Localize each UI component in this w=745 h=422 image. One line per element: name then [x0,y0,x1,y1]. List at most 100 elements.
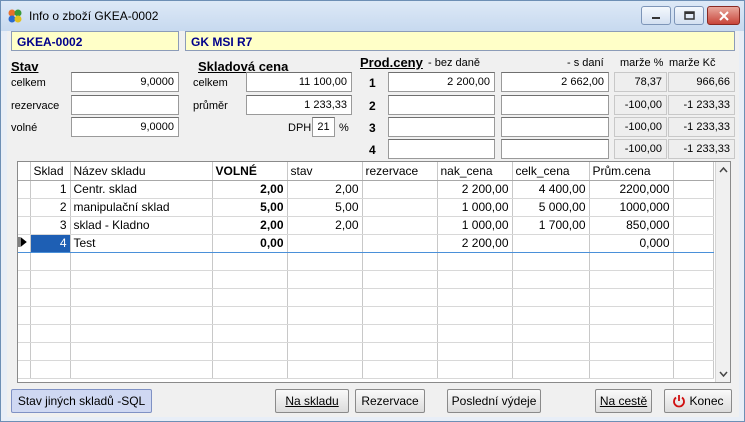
column-header[interactable]: rezervace [362,162,438,181]
cell-stav[interactable] [287,233,363,253]
posledni-vydeje-button[interactable]: Poslední výdeje [447,389,541,413]
konec-button[interactable]: Konec [664,389,732,413]
cell-rezervace[interactable] [362,198,438,217]
column-header[interactable]: VOLNÉ [212,162,288,181]
maximize-icon [683,11,695,20]
cell-celk-cena[interactable]: 4 400,00 [512,180,590,199]
prod-row3-marze-kc: -1 233,33 [668,117,735,137]
table-row-selected[interactable]: 4 Test 0,00 2 200,00 0,000 [18,233,714,253]
na-ceste-label: Na cestě [599,394,648,408]
prod-row2-s-dani[interactable] [501,95,609,115]
cell-celk-cena[interactable] [512,233,590,253]
col-bez-dane: - bez daně [428,57,480,69]
cell-nak-cena[interactable]: 1 000,00 [437,216,513,235]
stav-celkem-field[interactable]: 9,0000 [71,72,179,92]
table-header: Sklad Název skladu VOLNÉ stav rezervace … [18,162,714,181]
cell-rezervace[interactable] [362,233,438,253]
cell-celk-cena[interactable]: 5 000,00 [512,198,590,217]
cell-nazev[interactable]: manipulační sklad [70,198,213,217]
empty-row [18,342,714,361]
minimize-button[interactable] [641,6,671,25]
cell-nak-cena[interactable]: 2 200,00 [437,233,513,253]
cell-nak-cena[interactable]: 2 200,00 [437,180,513,199]
stav-rezervace-field[interactable] [71,95,179,115]
column-header[interactable]: Název skladu [70,162,213,181]
column-header[interactable]: celk_cena [512,162,590,181]
cell-volne[interactable]: 5,00 [212,198,288,217]
power-icon [673,395,686,408]
scroll-down-icon[interactable] [716,367,731,381]
prod-row2-marze-pct: -100,00 [614,95,667,115]
item-name-field: GK MSI R7 [185,31,735,51]
table-row[interactable]: 2 manipulační sklad 5,00 5,00 1 000,00 5… [18,198,714,217]
cena-celkem-label: celkem [193,77,228,89]
dph-field[interactable]: 21 [312,117,335,137]
cell-rezervace[interactable] [362,216,438,235]
table-row[interactable]: 3 sklad - Kladno 2,00 2,00 1 000,00 1 70… [18,216,714,235]
cell-empty [673,180,714,199]
na-skladu-button[interactable]: Na skladu [275,389,349,413]
prod-row2-marze-kc: -1 233,33 [668,95,735,115]
client-area: GKEA-0002 GK MSI R7 Stav celkem 9,0000 r… [7,31,739,417]
prod-row-number: 3 [369,121,376,135]
warehouse-table[interactable]: Sklad Název skladu VOLNÉ stav rezervace … [17,161,731,383]
cell-sklad[interactable]: 4 [30,233,71,253]
cell-volne[interactable]: 2,00 [212,180,288,199]
cell-stav[interactable]: 2,00 [287,216,363,235]
cell-volne[interactable]: 0,00 [212,233,288,253]
stav-celkem-label: celkem [11,77,46,89]
cell-celk-cena[interactable]: 1 700,00 [512,216,590,235]
na-ceste-button[interactable]: Na cestě [595,389,652,413]
maximize-button[interactable] [674,6,704,25]
column-header[interactable]: stav [287,162,363,181]
na-skladu-label: Na skladu [285,394,339,408]
cell-nazev[interactable]: Test [70,233,213,253]
cena-celkem-field[interactable]: 11 100,00 [246,72,352,92]
prod-row3-marze-pct: -100,00 [614,117,667,137]
cell-sklad[interactable]: 2 [30,198,71,217]
cell-prum-cena[interactable]: 2200,000 [589,180,674,199]
cell-rezervace[interactable] [362,180,438,199]
table-row[interactable]: 1 Centr. sklad 2,00 2,00 2 200,00 4 400,… [18,180,714,199]
stav-volne-field[interactable]: 9,0000 [71,117,179,137]
prod-row1-bez-dane[interactable]: 2 200,00 [388,72,495,92]
row-indicator [18,198,31,217]
prod-row4-marze-kc: -1 233,33 [668,139,735,159]
cell-prum-cena[interactable]: 0,000 [589,233,674,253]
prod-row1-s-dani[interactable]: 2 662,00 [501,72,609,92]
cell-nazev[interactable]: sklad - Kladno [70,216,213,235]
prod-row3-s-dani[interactable] [501,117,609,137]
rezervace-button[interactable]: Rezervace [355,389,425,413]
prod-row-number: 1 [369,76,376,90]
warehouse-table-body: Sklad Název skladu VOLNÉ stav rezervace … [18,162,714,379]
cell-volne[interactable]: 2,00 [212,216,288,235]
scroll-up-icon[interactable] [716,163,731,177]
table-scrollbar[interactable] [715,162,730,382]
title-bar[interactable]: Info o zboží GKEA-0002 [1,1,744,31]
empty-row [18,306,714,325]
cell-prum-cena[interactable]: 1000,000 [589,198,674,217]
window: Info o zboží GKEA-0002 GKEA-0002 GK MSI … [0,0,745,422]
cell-stav[interactable]: 5,00 [287,198,363,217]
minimize-icon [652,16,660,19]
prod-row3-bez-dane[interactable] [388,117,495,137]
prod-row2-bez-dane[interactable] [388,95,495,115]
cena-prumer-field[interactable]: 1 233,33 [246,95,352,115]
cell-empty [673,233,714,253]
cell-nak-cena[interactable]: 1 000,00 [437,198,513,217]
cell-nazev[interactable]: Centr. sklad [70,180,213,199]
cell-sklad[interactable]: 3 [30,216,71,235]
cell-prum-cena[interactable]: 850,000 [589,216,674,235]
close-button[interactable] [707,6,740,25]
cell-sklad[interactable]: 1 [30,180,71,199]
prod-row4-bez-dane[interactable] [388,139,495,159]
column-header[interactable]: Sklad [30,162,71,181]
stav-jinych-skladu-button[interactable]: Stav jiných skladů -SQL [11,389,152,413]
prod-row4-s-dani[interactable] [501,139,609,159]
konec-label: Konec [689,394,724,408]
column-header[interactable]: Prům.cena [589,162,674,181]
empty-row [18,252,714,271]
stav-volne-label: volné [11,122,38,134]
cell-stav[interactable]: 2,00 [287,180,363,199]
column-header[interactable]: nak_cena [437,162,513,181]
